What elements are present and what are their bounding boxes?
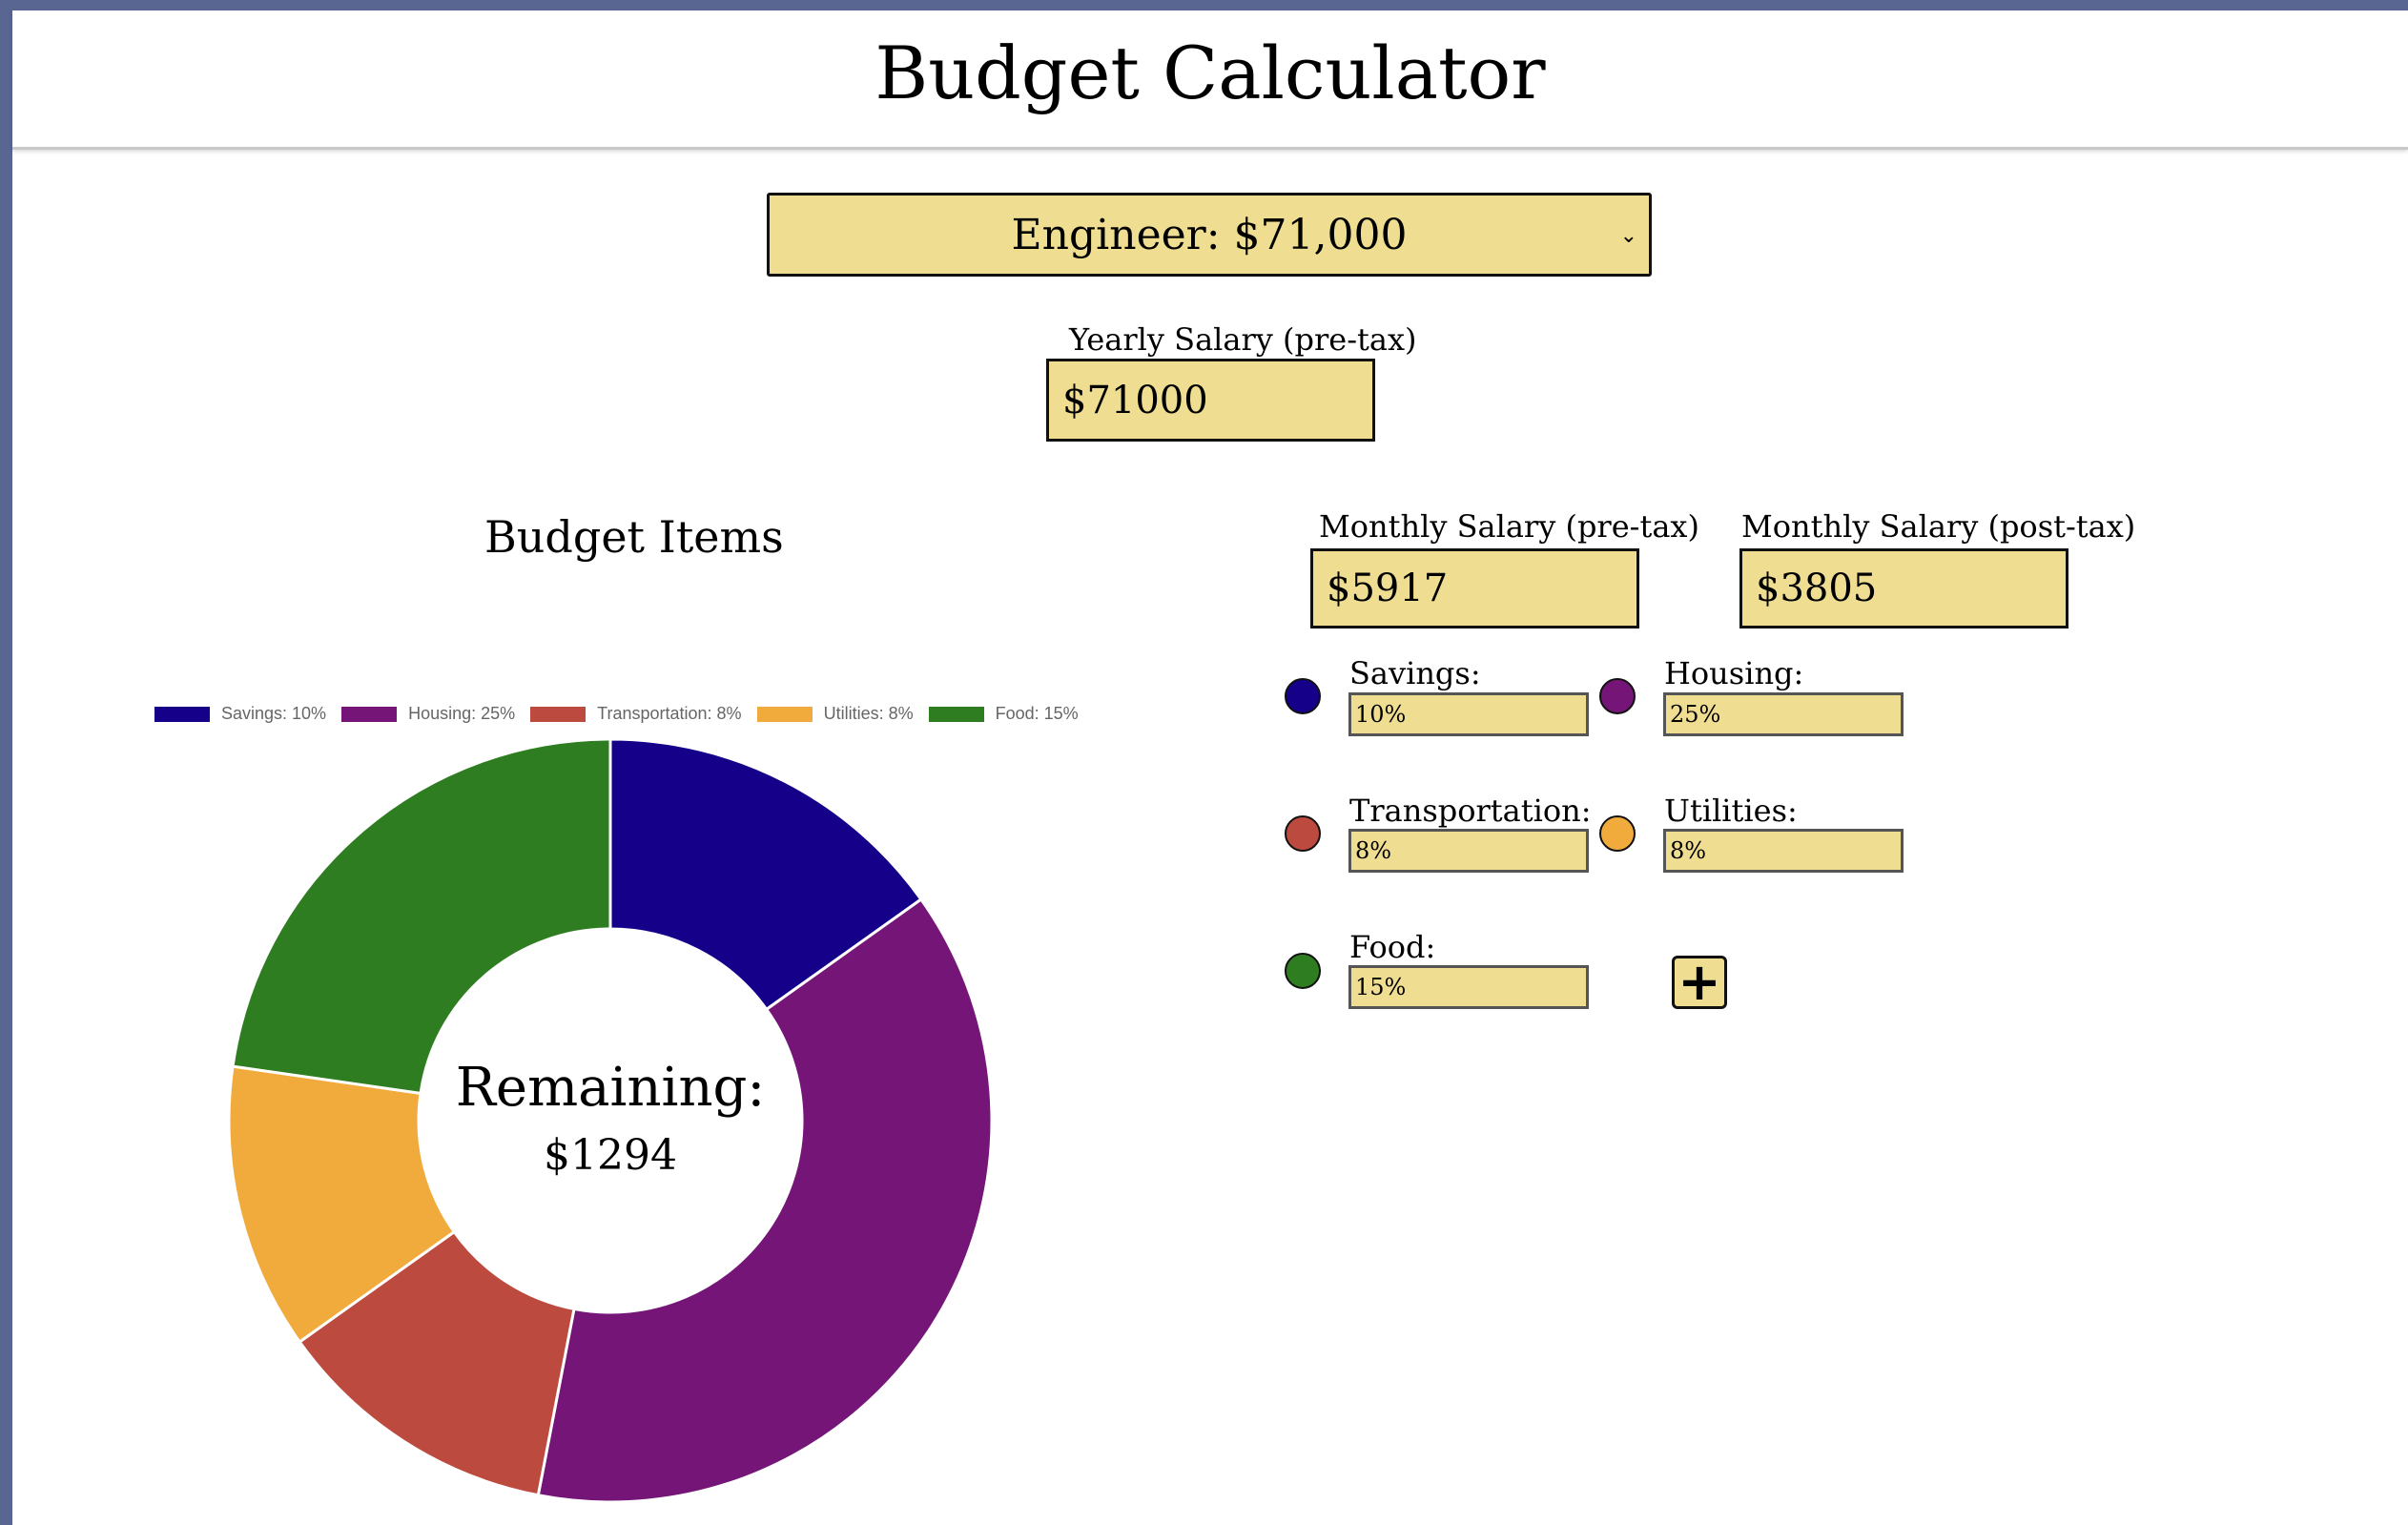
monthly-post-tax-field[interactable]: $3805 [1739,548,2068,629]
housing-input[interactable]: 25% [1663,692,1904,736]
food-value: 15% [1355,974,1407,1000]
legend-item-utilities[interactable]: Utilities: 8% [756,704,914,724]
chevron-down-icon: ⌄ [1619,224,1637,248]
transportation-input[interactable]: 8% [1348,829,1589,873]
legend-label-food: Food: 15% [995,704,1079,723]
savings-label: Savings: [1349,655,1481,691]
legend-swatch-food [928,706,984,722]
yearly-salary-input[interactable]: $71000 [1046,359,1375,442]
monthly-pre-tax-value: $5917 [1327,567,1449,610]
legend-swatch-utilities [756,706,813,722]
page-title: Budget Calculator [875,31,1546,115]
savings-color-dot [1285,678,1321,714]
legend-swatch-transportation [530,706,587,722]
legend-label-utilities: Utilities: 8% [823,704,914,723]
food-label: Food: [1349,929,1436,965]
transportation-value: 8% [1355,837,1392,864]
add-item-button[interactable]: + [1672,956,1727,1009]
header-bar: Budget Calculator [12,10,2408,150]
housing-color-dot [1599,678,1636,714]
monthly-pre-tax-field[interactable]: $5917 [1310,548,1639,629]
utilities-input[interactable]: 8% [1663,829,1904,873]
legend-label-transportation: Transportation: 8% [597,704,742,723]
legend-item-savings[interactable]: Savings: 10% [154,704,326,724]
legend-label-housing: Housing: 25% [408,704,516,723]
monthly-post-tax-value: $3805 [1756,567,1878,610]
donut-slice-food[interactable] [231,737,612,1096]
budget-donut-chart [227,737,994,1504]
yearly-salary-label: Yearly Salary (pre-tax) [1069,321,1417,358]
legend-item-food[interactable]: Food: 15% [928,704,1079,724]
plus-icon: + [1677,952,1721,1012]
yearly-salary-value: $71000 [1062,378,1208,422]
utilities-value: 8% [1670,837,1707,864]
transportation-label: Transportation: [1349,793,1592,829]
transportation-color-dot [1285,815,1321,852]
remaining-label: Remaining: [455,1057,766,1119]
utilities-color-dot [1599,815,1636,852]
legend-label-savings: Savings: 10% [221,704,327,723]
job-select-value: Engineer: $71,000 [1011,210,1408,259]
job-select[interactable]: Engineer: $71,000 ⌄ [767,193,1652,277]
savings-input[interactable]: 10% [1348,692,1589,736]
legend-swatch-housing [341,706,398,722]
remaining-value: $1294 [544,1131,677,1180]
food-color-dot [1285,953,1321,989]
housing-value: 25% [1670,701,1721,728]
budget-items-title: Budget Items [484,511,784,563]
legend-swatch-savings [154,706,210,722]
window-frame-left [0,0,12,1525]
savings-value: 10% [1355,701,1407,728]
legend-item-transportation[interactable]: Transportation: 8% [530,704,742,724]
housing-label: Housing: [1664,655,1804,691]
utilities-label: Utilities: [1664,793,1798,829]
monthly-post-tax-label: Monthly Salary (post-tax) [1741,508,2136,545]
window-frame-top [0,0,2408,10]
monthly-pre-tax-label: Monthly Salary (pre-tax) [1319,508,1699,545]
legend-item-housing[interactable]: Housing: 25% [341,704,515,724]
food-input[interactable]: 15% [1348,965,1589,1009]
chart-legend: Savings: 10% Housing: 25% Transportation: … [154,704,1094,724]
